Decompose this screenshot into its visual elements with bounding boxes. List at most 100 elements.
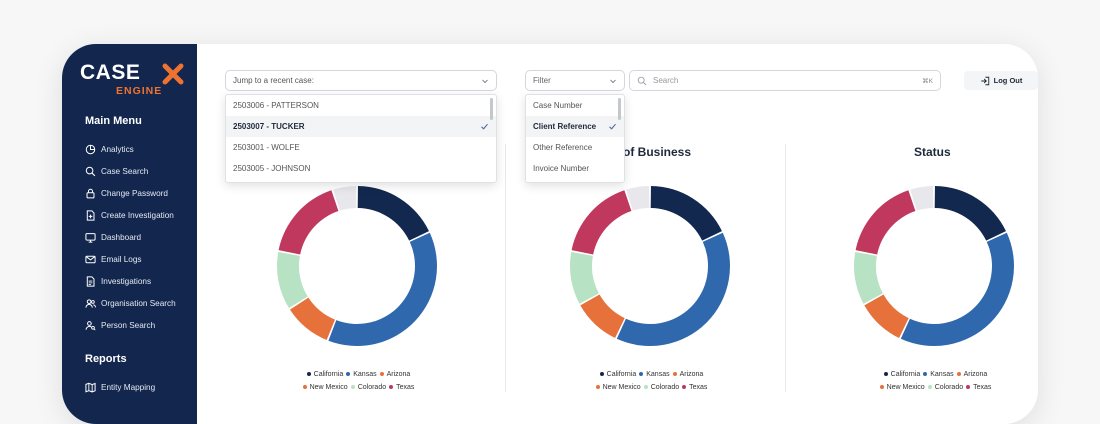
sidebar-item-person-search[interactable]: Person Search <box>85 317 155 333</box>
legend-item: Arizona <box>963 371 988 378</box>
donut-chart-3 <box>854 186 1014 346</box>
logout-icon <box>980 76 989 85</box>
sidebar-item-dashboard[interactable]: Dashboard <box>85 229 141 245</box>
chart-divider <box>785 144 786 392</box>
option-label: Case Number <box>533 101 583 110</box>
donut-slice-arizona[interactable] <box>580 294 625 338</box>
chevron-down-icon <box>610 79 616 83</box>
legend-item: Colorado <box>934 384 964 391</box>
logo-subtitle: ENGINE <box>116 85 163 97</box>
chart-divider <box>505 144 506 392</box>
chart-legend: California Kansas Arizona New Mexico Colora… <box>834 368 1034 394</box>
filter-option[interactable]: Case Number <box>526 95 624 116</box>
legend-item: Colorado <box>650 384 680 391</box>
search-input[interactable]: Search ⌘K <box>629 70 941 91</box>
option-label: 2503007 - TUCKER <box>233 122 305 131</box>
sidebar-item-email-logs[interactable]: Email Logs <box>85 251 142 267</box>
option-label: 2503005 - JOHNSON <box>233 164 311 173</box>
donut-slice-texas[interactable] <box>571 190 632 255</box>
legend-item: Arizona <box>679 371 704 378</box>
sidebar-item-label: Organisation Search <box>101 298 176 308</box>
donut-slice-kansas[interactable] <box>328 232 437 346</box>
option-label: 2503006 - PATTERSON <box>233 101 319 110</box>
legend-item: Texas <box>396 384 415 391</box>
filter-option[interactable]: Other Reference <box>526 137 624 158</box>
sidebar-item-label: Change Password <box>101 188 168 198</box>
sidebar-item-analytics[interactable]: Analytics <box>85 141 134 157</box>
legend-item: California <box>606 371 637 378</box>
monitor-icon <box>85 232 96 243</box>
logo[interactable]: CASE ENGINE <box>80 61 184 98</box>
legend-item: Kansas <box>353 371 377 378</box>
donut-slice-kansas[interactable] <box>616 232 730 346</box>
filter-option[interactable]: Client Reference <box>526 116 624 137</box>
recent-case-option[interactable]: 2503006 - PATTERSON <box>226 95 496 116</box>
recent-case-option[interactable]: 2503007 - TUCKER <box>226 116 496 137</box>
chart-legend: California Kansas Arizona New Mexico Colora… <box>257 368 457 394</box>
donut-slice-colorado[interactable] <box>277 251 308 309</box>
sidebar-item-label: Entity Mapping <box>101 382 156 392</box>
donut-slice-colorado[interactable] <box>854 251 883 304</box>
chevron-down-icon <box>482 79 488 83</box>
sidebar-item-organisation-search[interactable]: Organisation Search <box>85 295 176 311</box>
chart-legend: California Kansas Arizona New Mexico Colora… <box>550 368 750 394</box>
sidebar: CASE ENGINE Main Menu Analytics Case Sea… <box>62 44 197 424</box>
legend-item: New Mexico <box>309 384 348 391</box>
filter-option[interactable]: Invoice Number <box>526 158 624 179</box>
sidebar-item-entity-mapping[interactable]: Entity Mapping <box>85 379 155 395</box>
check-icon <box>609 123 616 130</box>
option-label: Invoice Number <box>533 164 590 173</box>
legend-item: Arizona <box>386 371 411 378</box>
sidebar-item-label: Dashboard <box>101 232 142 242</box>
filter-dropdown: Case Number Client Reference Other Refer… <box>525 94 625 183</box>
recent-case-select[interactable]: Jump to a recent case: <box>225 70 497 91</box>
donut-slice-california[interactable] <box>357 186 429 241</box>
legend-item: Kansas <box>646 371 670 378</box>
dropdown-scrollbar[interactable] <box>618 98 621 120</box>
recent-case-option[interactable]: 2503005 - JOHNSON <box>226 158 496 179</box>
map-icon <box>85 382 96 392</box>
mail-icon <box>85 255 96 263</box>
main-content: of Business Status California Kansas Arizo… <box>197 44 1038 424</box>
donut-slice-colorado[interactable] <box>570 251 599 304</box>
option-label: Other Reference <box>533 143 593 152</box>
legend-item: California <box>890 371 921 378</box>
legend-item: Colorado <box>357 384 387 391</box>
pie-chart-icon <box>85 144 96 154</box>
chart-title-status: Status <box>914 145 951 159</box>
donut-chart-1 <box>277 186 437 346</box>
donut-slice-arizona[interactable] <box>864 294 909 338</box>
logo-x-icon <box>162 63 184 85</box>
donut-slice-texas[interactable] <box>855 190 916 255</box>
recent-case-dropdown: 2503006 - PATTERSON 2503007 - TUCKER 250… <box>225 94 497 183</box>
sidebar-item-label: Person Search <box>101 320 156 330</box>
legend-item: Texas <box>689 384 708 391</box>
sidebar-item-label: Investigations <box>101 276 152 286</box>
donut-slice-arizona[interactable] <box>289 297 336 341</box>
sidebar-item-label: Analytics <box>101 144 134 154</box>
donut-slice-kansas[interactable] <box>900 232 1014 346</box>
recent-case-option[interactable]: 2503001 - WOLFE <box>226 137 496 158</box>
app-window: CASE ENGINE Main Menu Analytics Case Sea… <box>62 44 1038 424</box>
check-icon <box>481 123 488 130</box>
file-plus-icon <box>86 209 95 221</box>
sidebar-item-case-search[interactable]: Case Search <box>85 163 148 179</box>
donut-slice-california[interactable] <box>934 186 1006 241</box>
search-placeholder: Search <box>653 76 679 85</box>
main-menu-title: Main Menu <box>85 115 142 127</box>
sidebar-item-label: Create Investigation <box>101 210 174 220</box>
donut-slice-texas[interactable] <box>278 190 339 255</box>
sidebar-item-investigations[interactable]: Investigations <box>85 273 151 289</box>
dropdown-scrollbar[interactable] <box>490 98 493 120</box>
sidebar-item-create-investigation[interactable]: Create Investigation <box>85 207 174 223</box>
chart-title-business: of Business <box>623 145 692 159</box>
logo-word: CASE <box>80 61 141 84</box>
search-icon <box>637 76 647 85</box>
logout-label: Log Out <box>993 76 1023 85</box>
search-icon <box>85 166 96 176</box>
logout-button[interactable]: Log Out <box>964 71 1038 90</box>
donut-slice-california[interactable] <box>650 186 722 241</box>
filter-select[interactable]: Filter <box>525 70 625 91</box>
lock-icon <box>86 188 95 198</box>
sidebar-item-change-password[interactable]: Change Password <box>85 185 168 201</box>
